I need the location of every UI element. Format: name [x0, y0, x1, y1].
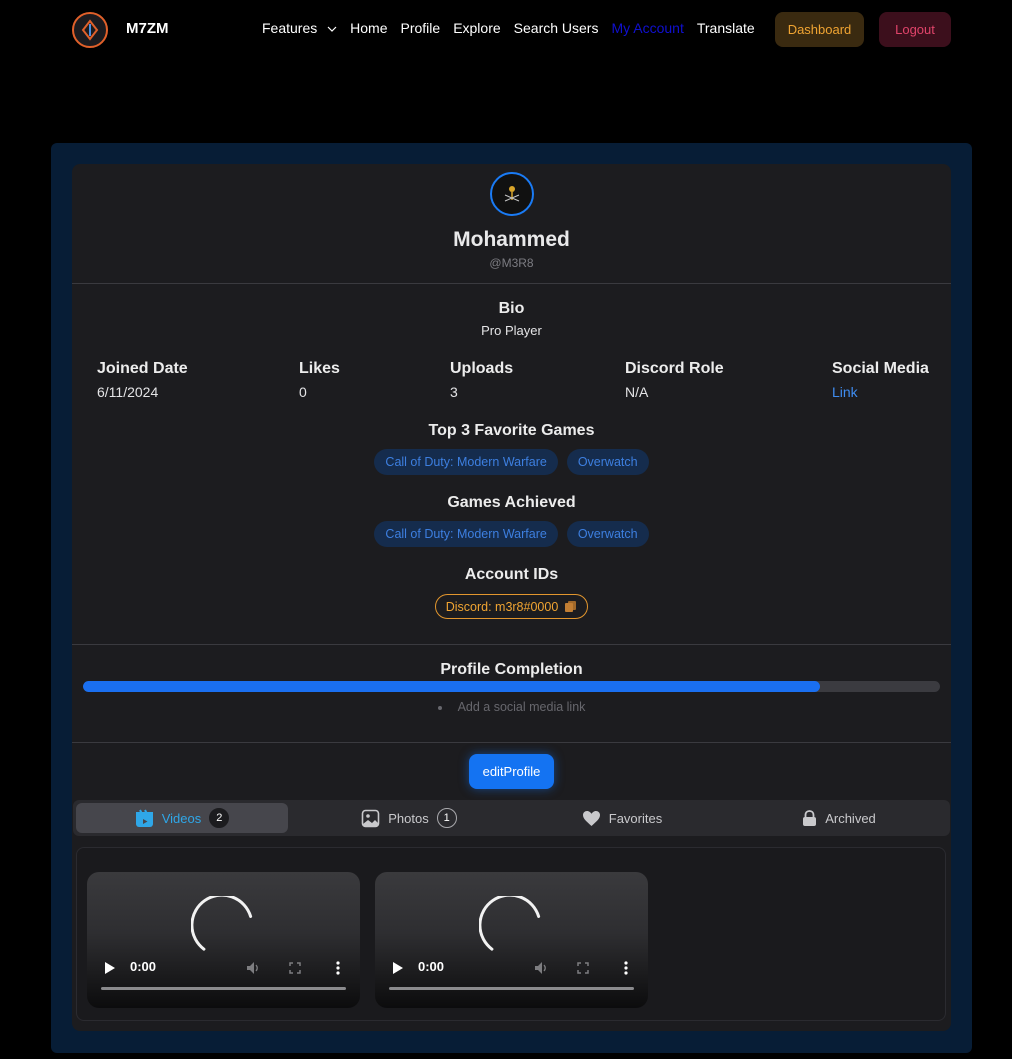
logout-button[interactable]: Logout [879, 12, 951, 47]
dashboard-button[interactable]: Dashboard [775, 12, 864, 47]
game-tag[interactable]: Overwatch [566, 449, 649, 475]
nav-links: Features Home Profile Explore Search Use… [262, 20, 768, 36]
account-ids-heading: Account IDs [464, 566, 559, 583]
volume-icon[interactable] [534, 961, 548, 975]
completion-hint-text: Add a social media link [457, 700, 586, 714]
brand-name[interactable]: M7ZM [126, 20, 169, 37]
stat-uploads: Uploads 3 [450, 360, 513, 400]
video-progress-bar[interactable] [101, 987, 346, 990]
content-tabs: Videos 2 Photos 1 Favorites Archived [73, 800, 950, 836]
nav-features[interactable]: Features [262, 20, 337, 36]
loading-spinner-icon [191, 896, 253, 951]
divider [72, 742, 951, 743]
loading-spinner-icon [479, 896, 541, 951]
nav-search-users[interactable]: Search Users [514, 20, 599, 36]
tab-videos-label: Videos [161, 810, 202, 826]
top-navbar: M7ZM Features Home Profile Explore Searc… [0, 0, 1012, 58]
bio-text: Pro Player [481, 323, 542, 338]
video-progress-bar[interactable] [389, 987, 634, 990]
video-icon [135, 809, 153, 827]
account-ids-list: Discord: m3r8#0000 [72, 594, 951, 619]
game-tag[interactable]: Call of Duty: Modern Warfare [374, 521, 558, 547]
fullscreen-icon[interactable] [289, 962, 301, 974]
nav-translate[interactable]: Translate [697, 20, 755, 36]
play-icon[interactable] [392, 962, 403, 974]
games-achieved-list: Call of Duty: Modern Warfare Overwatch [72, 521, 951, 547]
bullet-dot [437, 705, 442, 710]
favorite-games-list: Call of Duty: Modern Warfare Overwatch [72, 449, 951, 475]
stat-value: N/A [625, 384, 649, 400]
heart-icon [582, 810, 600, 826]
tab-archived[interactable]: Archived [733, 803, 945, 833]
social-media-link[interactable]: Link [832, 384, 929, 400]
tab-favorites[interactable]: Favorites [513, 803, 731, 833]
more-options-icon[interactable] [624, 961, 628, 975]
more-options-icon[interactable] [336, 961, 340, 975]
profile-handle: @M3R8 [489, 256, 534, 270]
nav-features-label: Features [262, 20, 318, 36]
copy-icon[interactable] [564, 600, 577, 613]
photo-icon [361, 809, 380, 827]
stat-label: Likes [299, 360, 340, 377]
avatar [490, 172, 534, 216]
discord-id-badge[interactable]: Discord: m3r8#0000 [434, 594, 589, 619]
chevron-down-icon [327, 26, 337, 33]
games-achieved-heading: Games Achieved [447, 494, 576, 511]
nav-my-account[interactable]: My Account [611, 20, 683, 36]
video-controls: 0:00 [375, 956, 648, 980]
favorite-games-heading: Top 3 Favorite Games [428, 422, 595, 439]
stat-label: Social Media [832, 360, 929, 377]
video-controls: 0:00 [87, 956, 360, 980]
video-time: 0:00 [418, 959, 445, 974]
logo-icon[interactable] [72, 12, 108, 48]
tab-photos-label: Photos [388, 810, 429, 826]
edit-profile-button[interactable]: editProfile [469, 754, 554, 789]
nav-profile[interactable]: Profile [401, 20, 441, 36]
nav-home[interactable]: Home [350, 20, 387, 36]
stat-label: Joined Date [97, 360, 188, 377]
play-icon[interactable] [104, 962, 115, 974]
divider [72, 283, 951, 284]
game-tag[interactable]: Overwatch [566, 521, 649, 547]
stat-discord-role: Discord Role N/A [625, 360, 724, 400]
stat-label: Discord Role [625, 360, 724, 377]
tab-videos-count: 2 [209, 808, 230, 828]
tab-photos[interactable]: Photos 1 [303, 803, 515, 833]
tab-favorites-label: Favorites [608, 810, 663, 826]
stat-likes: Likes 0 [299, 360, 340, 400]
stat-social-media: Social Media Link [832, 360, 929, 400]
bio-heading: Bio [498, 300, 525, 317]
profile-name: Mohammed [453, 228, 570, 251]
video-time: 0:00 [130, 959, 157, 974]
video-player[interactable]: 0:00 [87, 872, 360, 1008]
divider [72, 644, 951, 645]
video-player[interactable]: 0:00 [375, 872, 648, 1008]
fullscreen-icon[interactable] [577, 962, 589, 974]
completion-hint: Add a social media link [72, 700, 951, 714]
discord-id-text: Discord: m3r8#0000 [445, 599, 559, 614]
lock-icon [803, 809, 817, 826]
stat-value: 0 [299, 384, 307, 400]
stat-joined-date: Joined Date 6/11/2024 [97, 360, 188, 400]
nav-explore[interactable]: Explore [453, 20, 500, 36]
volume-icon[interactable] [246, 961, 260, 975]
tab-photos-count: 1 [436, 808, 457, 828]
profile-completion-heading: Profile Completion [440, 661, 583, 678]
stat-value: 6/11/2024 [97, 384, 159, 400]
profile-completion-bar [83, 681, 940, 692]
tab-videos[interactable]: Videos 2 [76, 803, 288, 833]
profile-completion-fill [83, 681, 821, 692]
tab-archived-label: Archived [825, 810, 876, 826]
game-tag[interactable]: Call of Duty: Modern Warfare [374, 449, 558, 475]
stat-value: 3 [450, 384, 458, 400]
stat-label: Uploads [450, 360, 514, 377]
